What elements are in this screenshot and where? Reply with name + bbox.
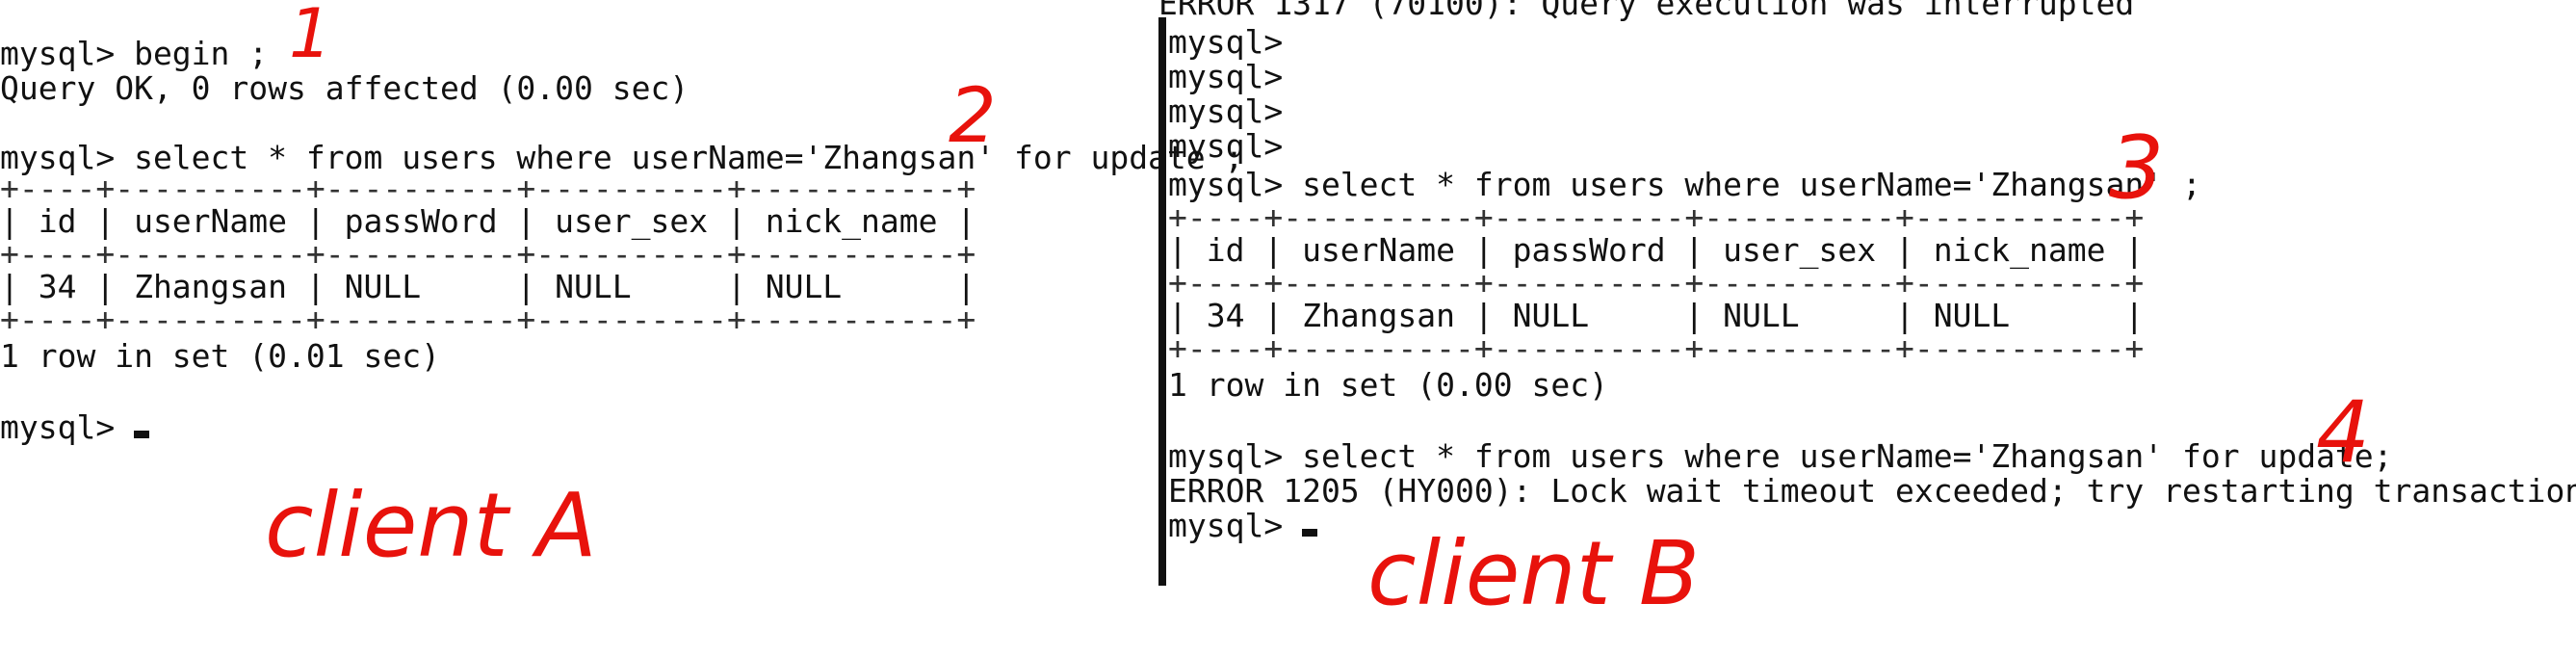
text-cursor — [1302, 529, 1318, 537]
terminal-line: mysql> — [1168, 127, 1284, 165]
prompt-text: mysql> — [0, 408, 135, 446]
table-row: | 34 | Zhangsan | NULL | NULL | NULL | — [0, 268, 976, 305]
annotation-step-4: 4 — [2316, 382, 2370, 482]
terminal-line: 1 row in set (0.00 sec) — [1168, 366, 1608, 404]
table-border: +----+----------+----------+----------+-… — [0, 170, 976, 207]
terminal-line: Query OK, 0 rows affected (0.00 sec) — [0, 69, 690, 107]
table-header-row: | id | userName | passWord | user_sex | … — [1168, 231, 2145, 269]
annotation-client-a: client A — [265, 474, 597, 577]
annotation-step-2: 2 — [949, 73, 997, 160]
table-border: +----+----------+----------+----------+-… — [1168, 264, 2145, 302]
text-cursor — [134, 431, 150, 438]
table-border: +----+----------+----------+----------+-… — [1168, 329, 2145, 367]
prompt-line[interactable]: mysql> — [0, 408, 150, 446]
annotation-step-3: 3 — [2109, 118, 2165, 219]
table-header-row: | id | userName | passWord | user_sex | … — [0, 202, 976, 240]
terminal-line-clipped: ERROR 1317 (70100): Query execution was … — [1158, 0, 2135, 22]
annotation-client-b: client B — [1367, 522, 1701, 625]
terminal-line: mysql> — [1168, 58, 1284, 95]
prompt-line[interactable]: mysql> — [1168, 507, 1318, 544]
prompt-text: mysql> — [1168, 507, 1303, 544]
table-border: +----+----------+----------+----------+-… — [1168, 198, 2145, 236]
terminal-line: 1 row in set (0.01 sec) — [0, 337, 440, 375]
table-border: +----+----------+----------+----------+-… — [0, 301, 976, 338]
table-row: | 34 | Zhangsan | NULL | NULL | NULL | — [1168, 297, 2145, 334]
table-border: +----+----------+----------+----------+-… — [0, 235, 976, 273]
terminal-line: mysql> — [1168, 92, 1284, 130]
annotation-step-1: 1 — [289, 0, 332, 73]
terminal-line: mysql> — [1168, 23, 1284, 61]
terminal-line: mysql> begin ; — [0, 35, 269, 72]
terminal-line: mysql> select * from users where userNam… — [1168, 437, 2393, 475]
terminal-line: mysql> select * from users where userNam… — [1168, 166, 2201, 203]
